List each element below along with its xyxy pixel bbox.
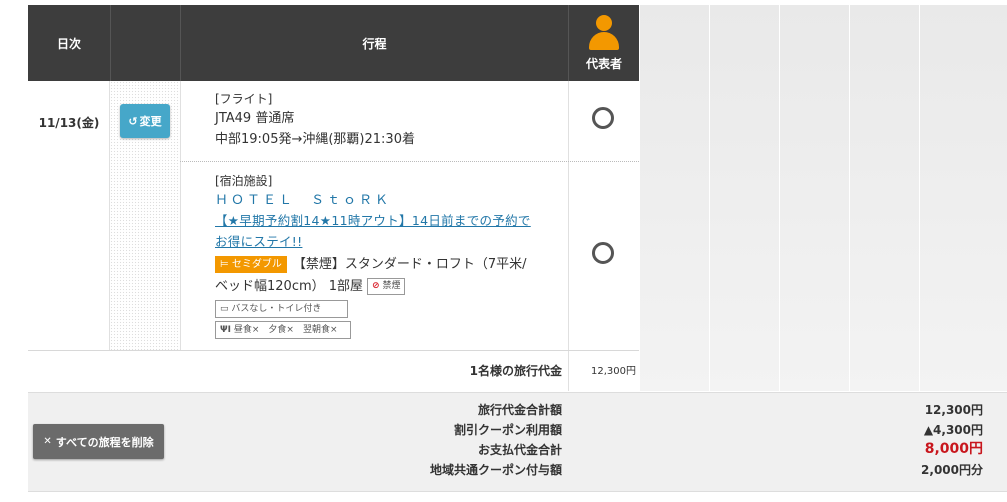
coupon-discount-value: ▲4,300円: [923, 423, 983, 437]
hotel-plan-link[interactable]: 【★早期予約割14★11時アウト】14日前までの予約で お得にステイ!!: [215, 211, 531, 251]
representative-radio-flight[interactable]: [592, 107, 614, 129]
undo-arrow-icon: ↺: [128, 114, 138, 128]
room-type-badge: ⊨ セミダブル: [215, 256, 287, 273]
delete-all-label: すべての旅程を削除: [55, 435, 154, 449]
room-line-2: ベッド幅120cm） 1部屋: [215, 279, 364, 294]
no-smoking-tag: ⊘ 禁煙: [367, 278, 406, 295]
close-icon: ✕: [43, 436, 52, 447]
header-action-column: [110, 5, 180, 81]
coupon-discount-label: 割引クーポン利用額: [453, 423, 562, 437]
regional-coupon-label: 地域共通クーポン付与額: [429, 463, 562, 477]
bath-tag: ▭ バスなし・トイレ付き: [215, 300, 348, 318]
header-day: 日次: [28, 5, 110, 81]
meal-tag: ΨI 昼食× 夕食× 翌朝食×: [215, 321, 351, 339]
flight-route: 中部19:05発→沖縄(那覇)21:30着: [215, 132, 415, 147]
payment-total-label: お支払代金合計: [477, 443, 562, 457]
plan-line-1: 【★早期予約割14★11時アウト】14日前までの予約で: [215, 213, 531, 228]
payment-total-value: 8,000円: [924, 441, 983, 457]
plan-line-2: お得にステイ!!: [215, 234, 303, 249]
blank-column: [919, 5, 1007, 391]
header-representative: 代表者: [568, 5, 639, 81]
bath-icon: ▭: [220, 304, 229, 314]
total-value: 12,300円: [924, 403, 983, 417]
blank-column: [709, 5, 779, 391]
no-smoking-icon: ⊘: [372, 281, 380, 291]
person-icon: [587, 15, 621, 51]
fork-knife-icon: ΨI: [220, 325, 231, 335]
hotel-name-link[interactable]: ＨＯＴＥＬ ＳｔｏＲＫ: [215, 191, 391, 210]
representative-label: 代表者: [585, 57, 622, 71]
change-button[interactable]: ↺ 変更: [120, 104, 170, 138]
blank-column: [639, 5, 709, 391]
delete-all-button[interactable]: ✕ すべての旅程を削除: [33, 424, 164, 459]
day-date: 11/13(金): [38, 116, 100, 130]
representative-radio-hotel[interactable]: [592, 242, 614, 264]
flight-info: JTA49 普通席: [215, 111, 295, 126]
subtotal-value: 12,300円: [591, 366, 636, 377]
blank-column: [779, 5, 849, 391]
room-info: ⊨ セミダブル 【禁煙】スタンダード・ロフト（7平米/ ベッド幅120cm） 1部…: [215, 255, 527, 296]
flight-category: [フライト]: [215, 92, 273, 106]
change-button-label: 変更: [139, 115, 162, 128]
regional-coupon-value: 2,000円分: [921, 463, 983, 477]
total-label: 旅行代金合計額: [477, 403, 562, 417]
hotel-category: [宿泊施設]: [215, 174, 273, 188]
itinerary-table: 日次 行程 代表者 11/13(金) ↺ 変更 [フライト] JTA49 普通席…: [0, 0, 1007, 502]
subtotal-label: 1名様の旅行代金: [469, 364, 562, 378]
room-line-1: 【禁煙】スタンダード・ロフト（7平米/: [292, 257, 527, 272]
header-itinerary: 行程: [180, 5, 568, 81]
bed-icon: ⊨: [220, 259, 229, 270]
blank-column: [849, 5, 919, 391]
